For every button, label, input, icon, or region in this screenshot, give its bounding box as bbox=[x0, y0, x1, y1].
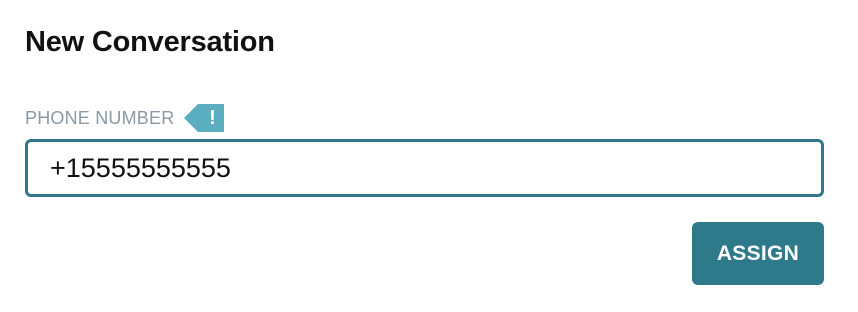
validation-alert-tag: ! bbox=[184, 104, 225, 132]
phone-number-label-row: PHONE NUMBER ! bbox=[25, 104, 225, 132]
phone-number-label: PHONE NUMBER bbox=[25, 108, 175, 128]
assign-button[interactable]: ASSIGN bbox=[692, 222, 824, 285]
dialog-title: New Conversation bbox=[25, 26, 275, 58]
exclamation-icon: ! bbox=[209, 107, 216, 129]
phone-number-input[interactable] bbox=[25, 139, 824, 197]
